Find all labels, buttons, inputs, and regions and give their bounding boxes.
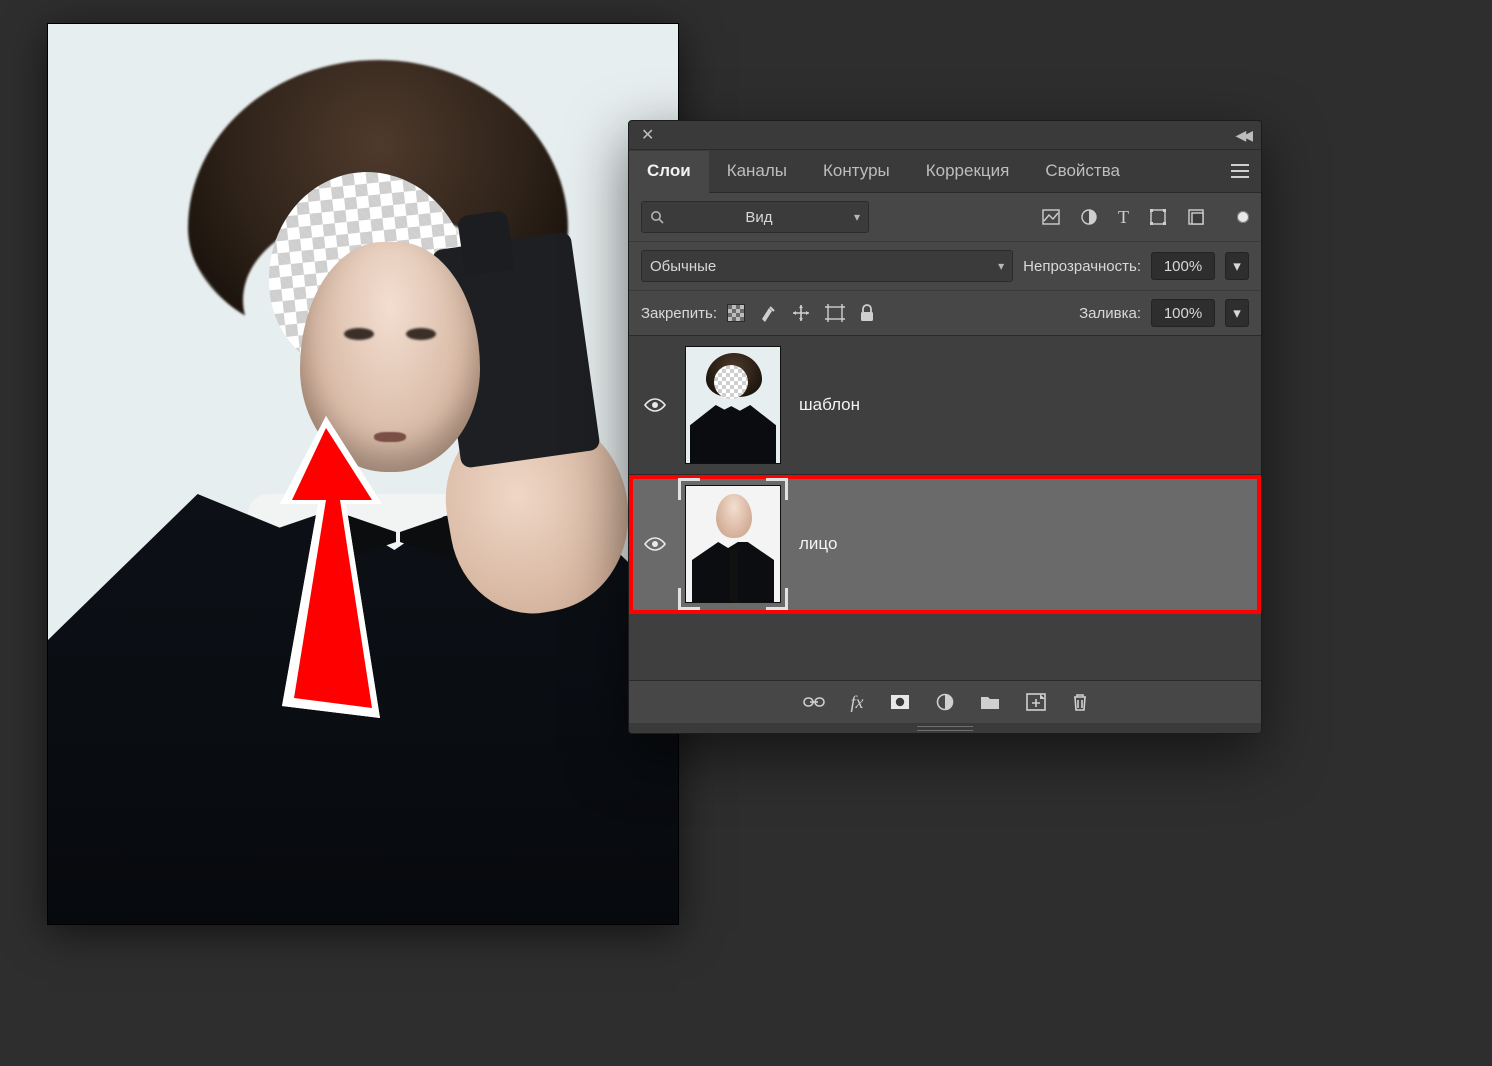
layer-row[interactable]: лицо bbox=[629, 475, 1261, 614]
layer-name[interactable]: лицо bbox=[799, 534, 837, 554]
panel-menu-icon[interactable] bbox=[1219, 156, 1261, 186]
layer-thumbnail[interactable] bbox=[685, 485, 781, 603]
search-icon bbox=[650, 210, 664, 224]
fill-value[interactable]: 100% bbox=[1151, 299, 1215, 327]
layers-panel-footer: fx bbox=[629, 680, 1261, 723]
layers-list: шаблон лицо bbox=[629, 336, 1261, 680]
lock-artboard-icon[interactable] bbox=[825, 304, 845, 322]
lock-position-icon[interactable] bbox=[791, 303, 811, 323]
layers-panel: ✕ ◀◀ Слои Каналы Контуры Коррекция Свойс… bbox=[628, 120, 1262, 734]
lock-pixels-icon[interactable] bbox=[759, 304, 777, 322]
chevron-down-icon: ▾ bbox=[854, 210, 860, 224]
filter-shape-icon[interactable] bbox=[1149, 208, 1167, 226]
layer-visibility-toggle[interactable] bbox=[643, 397, 667, 413]
lock-label: Закрепить: bbox=[641, 305, 717, 322]
new-adjustment-layer-icon[interactable] bbox=[936, 693, 954, 711]
new-layer-icon[interactable] bbox=[1026, 693, 1046, 711]
chevron-down-icon: ▾ bbox=[998, 259, 1004, 273]
close-icon[interactable]: ✕ bbox=[635, 123, 660, 147]
lock-transparency-icon[interactable] bbox=[727, 304, 745, 322]
tab-adjustments[interactable]: Коррекция bbox=[908, 151, 1028, 191]
blend-mode-select[interactable]: Обычные ▾ bbox=[641, 250, 1013, 282]
filter-toggle-switch[interactable] bbox=[1237, 211, 1249, 223]
lock-row: Закрепить: Заливка: 100% ▾ bbox=[629, 291, 1261, 336]
layers-empty-area[interactable] bbox=[629, 614, 1261, 680]
layer-row[interactable]: шаблон bbox=[629, 336, 1261, 475]
filter-adjustment-icon[interactable] bbox=[1080, 208, 1098, 226]
fill-stepper[interactable]: ▾ bbox=[1225, 299, 1249, 327]
layer-filter-type-icons: T bbox=[1042, 207, 1249, 228]
layer-fx-icon[interactable]: fx bbox=[851, 692, 864, 713]
link-layers-icon[interactable] bbox=[803, 695, 825, 709]
tab-properties[interactable]: Свойства bbox=[1027, 151, 1138, 191]
lock-all-icon[interactable] bbox=[859, 304, 875, 322]
tab-paths[interactable]: Контуры bbox=[805, 151, 908, 191]
layer-filter-label: Вид bbox=[745, 209, 772, 226]
layer-filter-select[interactable]: Вид ▾ bbox=[641, 201, 869, 233]
panel-tabs: Слои Каналы Контуры Коррекция Свойства bbox=[629, 150, 1261, 193]
tab-layers[interactable]: Слои bbox=[629, 151, 709, 193]
document-canvas[interactable] bbox=[48, 24, 678, 924]
workspace: ✕ ◀◀ Слои Каналы Контуры Коррекция Свойс… bbox=[0, 0, 1492, 1066]
panel-resize-grip[interactable] bbox=[629, 723, 1261, 733]
opacity-stepper[interactable]: ▾ bbox=[1225, 252, 1249, 280]
layer-thumbnail[interactable] bbox=[685, 346, 781, 464]
new-group-icon[interactable] bbox=[980, 694, 1000, 710]
filter-text-icon[interactable]: T bbox=[1118, 207, 1129, 228]
opacity-value[interactable]: 100% bbox=[1151, 252, 1215, 280]
filter-smartobject-icon[interactable] bbox=[1187, 208, 1205, 226]
tab-channels[interactable]: Каналы bbox=[709, 151, 805, 191]
blend-mode-row: Обычные ▾ Непрозрачность: 100% ▾ bbox=[629, 242, 1261, 291]
panel-titlebar[interactable]: ✕ ◀◀ bbox=[629, 121, 1261, 150]
fill-label: Заливка: bbox=[1079, 305, 1141, 322]
layer-filter-row: Вид ▾ T bbox=[629, 193, 1261, 242]
layer-visibility-toggle[interactable] bbox=[643, 536, 667, 552]
delete-layer-icon[interactable] bbox=[1072, 693, 1088, 711]
collapse-icon[interactable]: ◀◀ bbox=[1235, 127, 1255, 144]
opacity-label: Непрозрачность: bbox=[1023, 258, 1141, 275]
blend-mode-value: Обычные bbox=[650, 258, 716, 275]
add-mask-icon[interactable] bbox=[890, 694, 910, 710]
filter-pixel-icon[interactable] bbox=[1042, 209, 1060, 225]
layer-name[interactable]: шаблон bbox=[799, 395, 860, 415]
annotation-red-arrow bbox=[214, 408, 394, 748]
